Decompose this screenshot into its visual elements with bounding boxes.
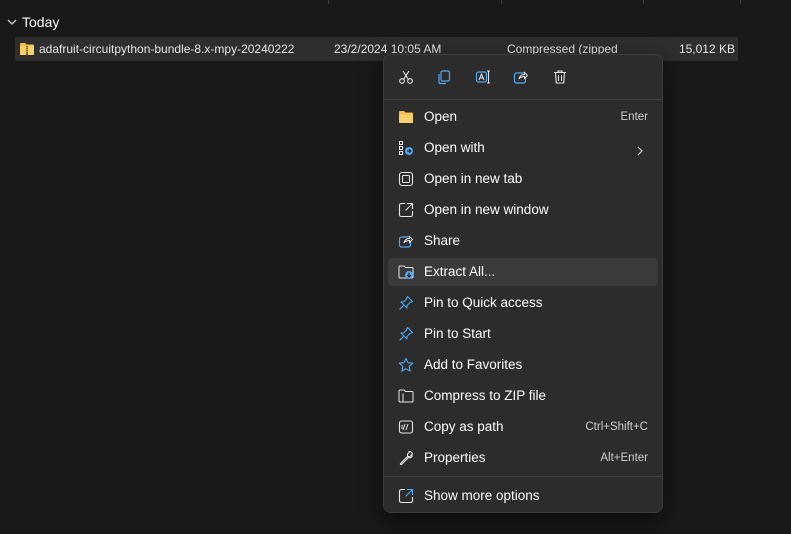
menu-item-open-in-new-window[interactable]: Open in new window: [388, 196, 658, 224]
star-icon: [398, 357, 414, 373]
rename-icon: [475, 69, 491, 85]
chevron-right-icon: [636, 143, 644, 161]
menu-separator: [384, 476, 662, 477]
chevron-down-icon: [6, 16, 18, 28]
copy-path-icon: [398, 419, 414, 435]
menu-item-compress-to-zip[interactable]: Compress to ZIP file: [388, 382, 658, 410]
menu-item-properties[interactable]: Properties Alt+Enter: [388, 444, 658, 472]
menu-item-label: Properties: [424, 450, 486, 465]
copy-icon: [436, 69, 452, 85]
menu-item-pin-to-quick-access[interactable]: Pin to Quick access: [388, 289, 658, 317]
pin-icon: [398, 295, 414, 311]
menu-separator: [384, 99, 662, 100]
new-tab-icon: [398, 171, 414, 187]
menu-item-open[interactable]: Open Enter: [388, 103, 658, 131]
file-explorer: Today adafruit-circuitpython-bundle-8.x-…: [0, 0, 791, 534]
folder-icon: [398, 109, 414, 125]
menu-item-label: Extract All...: [424, 264, 496, 279]
menu-item-copy-as-path[interactable]: Copy as path Ctrl+Shift+C: [388, 413, 658, 441]
more-options-icon: [398, 488, 414, 504]
menu-item-label: Show more options: [424, 488, 540, 503]
column-divider[interactable]: [643, 0, 644, 4]
column-divider[interactable]: [328, 0, 329, 4]
delete-button[interactable]: [545, 62, 575, 92]
menu-item-label: Share: [424, 233, 461, 248]
wrench-icon: [398, 450, 414, 466]
pin-icon: [398, 326, 414, 342]
menu-item-label: Open: [424, 109, 458, 124]
rename-button[interactable]: [468, 62, 498, 92]
context-menu: Open Enter Open with Open in new tab Ope…: [383, 54, 663, 513]
menu-item-label: Open in new window: [424, 202, 549, 217]
trash-icon: [552, 69, 568, 85]
open-with-icon: [398, 140, 414, 156]
copy-button[interactable]: [429, 62, 459, 92]
menu-item-label: Compress to ZIP file: [424, 388, 547, 403]
menu-item-add-to-favorites[interactable]: Add to Favorites: [388, 351, 658, 379]
menu-item-label: Open in new tab: [424, 171, 523, 186]
menu-item-shortcut: Enter: [620, 111, 649, 123]
menu-item-shortcut: Ctrl+Shift+C: [585, 421, 648, 433]
share-icon: [513, 69, 529, 85]
menu-item-show-more-options[interactable]: Show more options: [388, 482, 658, 510]
quick-actions-bar: [384, 59, 662, 95]
menu-item-label: Add to Favorites: [424, 357, 523, 372]
new-window-icon: [398, 202, 414, 218]
extract-icon: [398, 264, 414, 280]
menu-item-share[interactable]: Share: [388, 227, 658, 255]
menu-item-label: Copy as path: [424, 419, 504, 434]
group-header-today[interactable]: Today: [6, 12, 59, 32]
menu-item-shortcut: Alt+Enter: [600, 452, 648, 464]
menu-item-open-in-new-tab[interactable]: Open in new tab: [388, 165, 658, 193]
group-title: Today: [22, 14, 60, 30]
cut-button[interactable]: [391, 62, 421, 92]
scissors-icon: [398, 69, 414, 85]
menu-item-label: Pin to Start: [424, 326, 491, 341]
menu-item-label: Pin to Quick access: [424, 295, 543, 310]
menu-item-open-with[interactable]: Open with: [388, 134, 658, 162]
file-name: adafruit-circuitpython-bundle-8.x-mpy-20…: [39, 42, 295, 56]
menu-item-extract-all[interactable]: Extract All...: [388, 258, 658, 286]
menu-item-label: Open with: [424, 140, 485, 155]
menu-item-pin-to-start[interactable]: Pin to Start: [388, 320, 658, 348]
zip-folder-icon: [19, 42, 35, 56]
share-quick-button[interactable]: [506, 62, 536, 92]
column-divider[interactable]: [740, 0, 741, 4]
zip-icon: [398, 388, 414, 404]
column-divider[interactable]: [501, 0, 502, 4]
share-icon: [398, 233, 414, 249]
